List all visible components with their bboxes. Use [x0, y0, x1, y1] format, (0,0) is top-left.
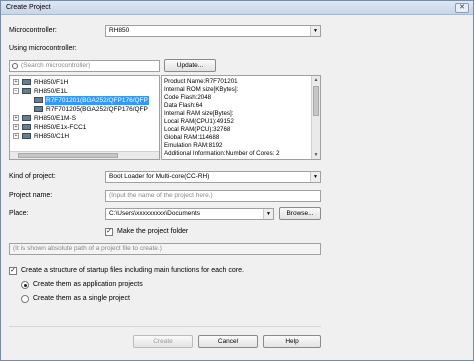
browse-button[interactable]: Browse... — [279, 207, 321, 220]
project-name-label: Project name: — [9, 192, 53, 199]
window-title: Create Project — [6, 4, 51, 11]
scroll-up-icon[interactable]: ▲ — [312, 76, 320, 84]
info-line: Additional Information:Number of Cores: … — [164, 150, 280, 157]
chip-icon — [22, 88, 31, 94]
microcontroller-label: Microcontroller: — [9, 27, 57, 34]
place-label: Place: — [9, 210, 29, 217]
info-line: Data Flash:64 — [164, 102, 203, 109]
chip-icon — [22, 115, 31, 121]
tree-item-label: RH850/F1H — [34, 79, 69, 86]
info-line: Product Name:R7F701201 — [164, 78, 238, 85]
make-folder-checkbox[interactable]: ✓ — [105, 228, 113, 236]
place-value: C:\Users\xxxxxxxxx\Documents — [109, 210, 201, 217]
absolute-path-field: (It is shown absolute path of a project … — [9, 243, 321, 255]
chip-icon — [34, 106, 43, 112]
project-name-placeholder: (Input the name of the project here.) — [109, 192, 213, 199]
expand-icon[interactable]: + — [13, 115, 19, 121]
help-button[interactable]: Help — [263, 335, 321, 348]
expand-icon[interactable]: + — [13, 124, 19, 130]
make-folder-label: Make the project folder — [117, 228, 189, 235]
chip-icon — [22, 79, 31, 85]
info-vertical-scrollbar[interactable]: ▲ ▼ — [311, 76, 320, 159]
tree-item-label: RH850/E1x-FCC1 — [34, 124, 87, 131]
chevron-down-icon: ▼ — [310, 172, 320, 182]
search-microcontroller-input[interactable]: (Search microcontroller) — [9, 60, 160, 72]
search-icon — [12, 63, 18, 69]
info-line: Code Flash:2048 — [164, 94, 212, 101]
chip-icon — [34, 97, 43, 103]
footer-divider — [9, 326, 321, 327]
tree-item-label: R7F701201(BGA252/QFP176/QFP — [45, 96, 149, 105]
create-project-dialog: Create Project ✕ Microcontroller: RH850 … — [0, 0, 474, 361]
chip-icon — [22, 133, 31, 139]
title-bar: Create Project ✕ — [1, 1, 473, 15]
absolute-path-placeholder: (It is shown absolute path of a project … — [13, 245, 162, 252]
expand-icon[interactable]: + — [13, 79, 19, 85]
update-button[interactable]: Update... — [164, 59, 216, 72]
kind-of-project-select[interactable]: Boot Loader for Multi-core(CC-RH) ▼ — [105, 171, 321, 183]
microcontroller-select[interactable]: RH850 ▼ — [105, 25, 321, 37]
collapse-icon[interactable]: − — [13, 88, 19, 94]
cancel-button[interactable]: Cancel — [198, 335, 258, 348]
radio-application-projects-label: Create them as application projects — [33, 281, 143, 288]
info-line: Local RAM(CPU1):49152 — [164, 118, 234, 125]
search-placeholder: (Search microcontroller) — [21, 62, 91, 69]
info-line: Internal RAM size[Bytes]: — [164, 110, 234, 117]
radio-single-project[interactable] — [21, 295, 29, 303]
radio-application-projects[interactable] — [21, 281, 29, 289]
tree-item-label: R7F701205(BGA252/QFP176/QFP — [46, 106, 148, 113]
kind-of-project-value: Boot Loader for Multi-core(CC-RH) — [109, 173, 210, 180]
scrollbar-thumb[interactable] — [313, 86, 319, 116]
info-line: Global RAM:114688 — [164, 134, 220, 141]
tree-item-label: RH850/E1L — [34, 88, 68, 95]
microcontroller-info-panel: Product Name:R7F701201 Internal ROM size… — [161, 75, 321, 160]
kind-of-project-label: Kind of project: — [9, 173, 56, 180]
chevron-down-icon: ▼ — [263, 209, 273, 219]
microcontroller-value: RH850 — [109, 27, 130, 34]
chevron-down-icon: ▼ — [310, 26, 320, 36]
create-structure-checkbox[interactable]: ✓ — [9, 267, 17, 275]
place-select[interactable]: C:\Users\xxxxxxxxx\Documents ▼ — [105, 208, 274, 220]
radio-selected-dot — [23, 283, 27, 287]
tree-horizontal-scrollbar[interactable] — [10, 151, 159, 159]
scroll-down-icon[interactable]: ▼ — [312, 151, 320, 159]
chip-icon — [22, 124, 31, 130]
create-structure-label: Create a structure of startup files incl… — [21, 267, 244, 274]
info-line: Local RAM(PCU):32768 — [164, 126, 231, 133]
radio-single-project-label: Create them as a single project — [33, 295, 130, 302]
info-line: Emulation RAM:8192 — [164, 142, 223, 149]
project-name-input[interactable]: (Input the name of the project here.) — [105, 190, 321, 202]
create-button[interactable]: Create — [133, 335, 193, 348]
info-line: Internal ROM size[KBytes]: — [164, 86, 239, 93]
tree-item-label: RH850/E1M-S — [34, 115, 76, 122]
expand-icon[interactable]: + — [13, 133, 19, 139]
scrollbar-thumb[interactable] — [18, 153, 118, 158]
microcontroller-tree: + RH850/F1H − RH850/E1L R7F701201(BGA252… — [9, 75, 160, 160]
close-button[interactable]: ✕ — [455, 3, 469, 13]
tree-item-label: RH850/C1H — [34, 133, 70, 140]
using-microcontroller-label: Using microcontroller: — [9, 45, 77, 52]
